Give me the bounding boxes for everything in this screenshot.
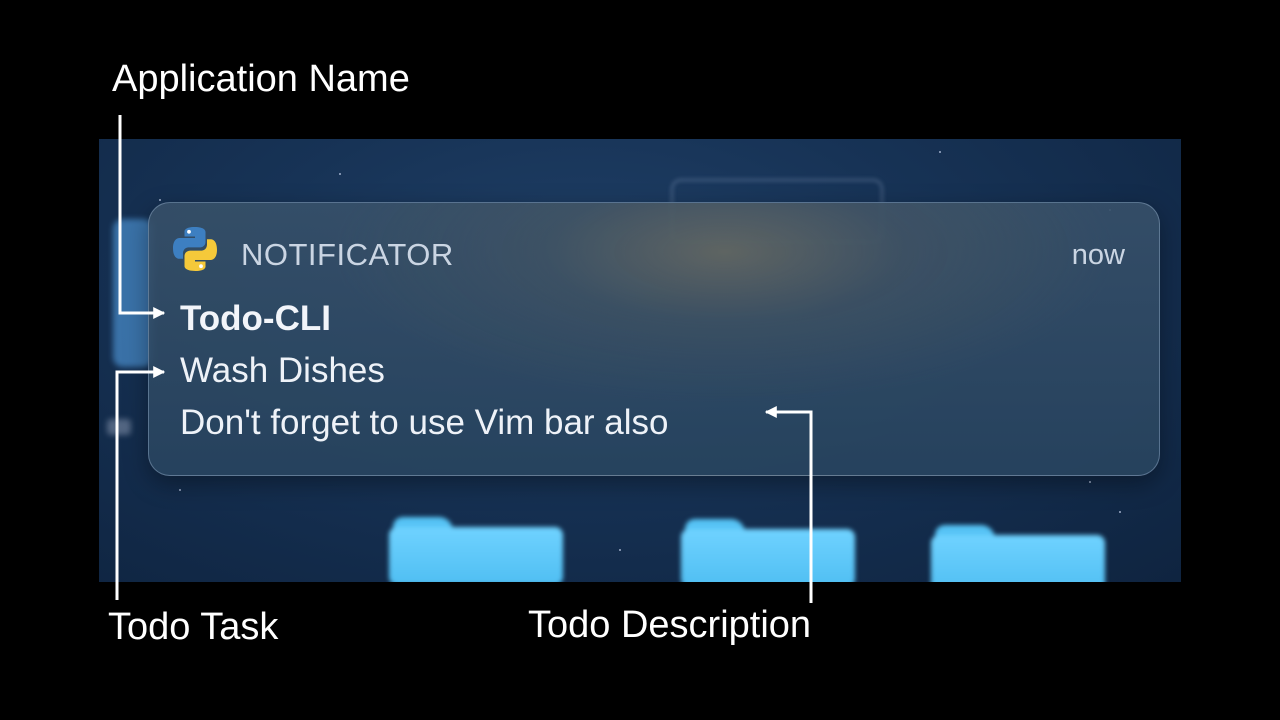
folder-icon[interactable]: [389, 517, 563, 582]
star: [1119, 511, 1121, 513]
stage: NOTIFICATOR now Todo-CLI Wash Dishes Don…: [0, 0, 1280, 720]
app-name: NOTIFICATOR: [241, 237, 454, 272]
notification-title: Todo-CLI: [180, 299, 331, 338]
folder-icon[interactable]: [681, 519, 855, 582]
notification-message: Don't forget to use Vim bar also: [180, 403, 669, 442]
star: [159, 199, 161, 201]
notification-banner[interactable]: NOTIFICATOR now Todo-CLI Wash Dishes Don…: [148, 202, 1160, 476]
star: [179, 489, 181, 491]
background-blur-label: [107, 419, 131, 435]
todo-task-label: Todo Task: [108, 606, 279, 648]
application-name-label: Application Name: [112, 58, 410, 100]
star: [939, 151, 941, 153]
background-app-tile: [113, 219, 153, 367]
star: [619, 549, 621, 551]
notification-subtitle: Wash Dishes: [180, 351, 385, 390]
star: [339, 173, 341, 175]
todo-description-label: Todo Description: [528, 604, 812, 646]
folder-icon[interactable]: [931, 525, 1105, 582]
star: [1089, 481, 1091, 483]
notification-time: now: [1071, 239, 1125, 271]
python-logo-icon: [173, 227, 217, 271]
